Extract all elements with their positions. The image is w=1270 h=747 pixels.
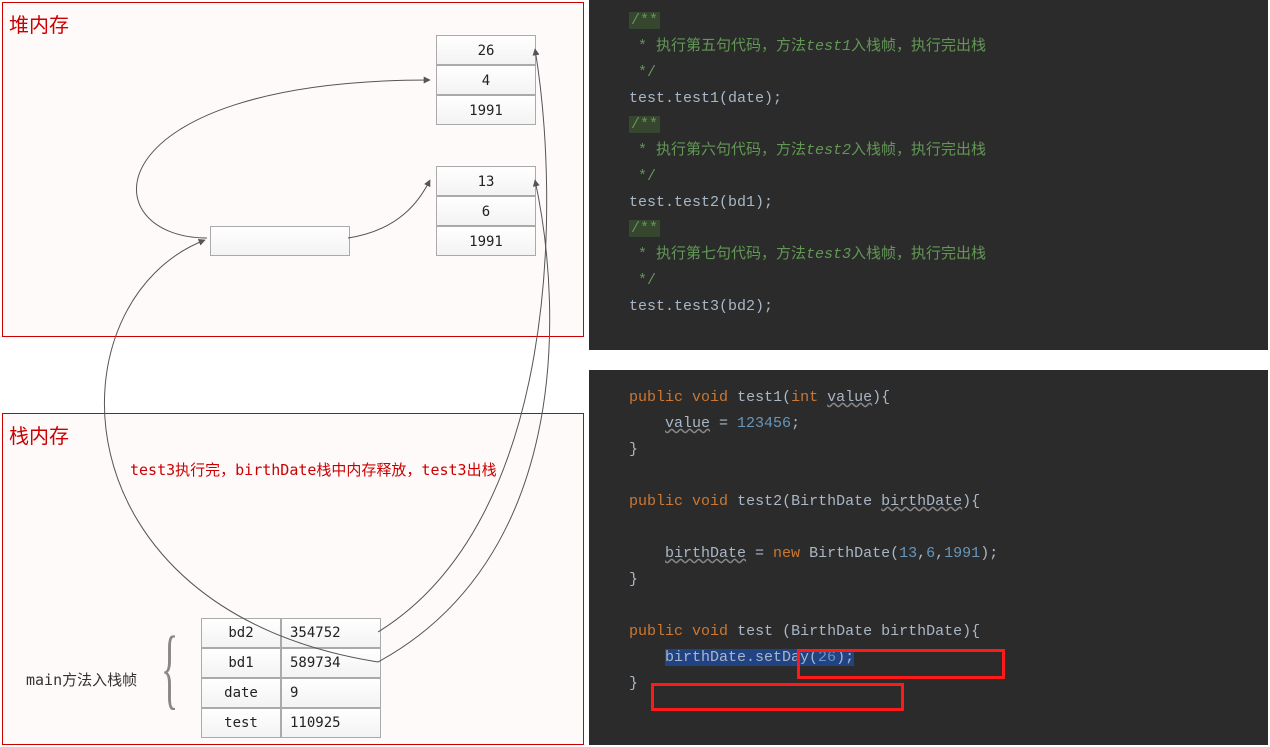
code-panel-2: public void test1(int value){ value = 12…	[589, 370, 1268, 745]
heap-object-1: 26 4 1991	[436, 35, 536, 125]
heap-cell: 26	[436, 35, 536, 65]
code-line: public void test1(int value){	[629, 389, 890, 406]
stack-var-name: bd2	[201, 618, 281, 648]
code-line: test.test1(date);	[629, 90, 782, 107]
heap-object-empty	[210, 226, 350, 256]
code-token: */	[629, 272, 656, 289]
code-panel-1: /** * 执行第五句代码，方法test1入栈帧，执行完出栈 */ test.t…	[589, 0, 1268, 350]
code-line: test.test2(bd1);	[629, 194, 773, 211]
heap-object-2: 13 6 1991	[436, 166, 536, 256]
stack-frame-label: main方法入栈帧	[26, 669, 137, 690]
code-line: value = 123456;	[629, 415, 800, 432]
table-row: date 9	[201, 678, 381, 708]
code-line: birthDate = new BirthDate(13,6,1991);	[629, 545, 998, 562]
stack-title: 栈内存	[3, 414, 583, 455]
table-row: bd1 589734	[201, 648, 381, 678]
code-line: }	[629, 441, 638, 458]
code-line: }	[629, 675, 638, 692]
code-token: * 执行第七句代码，方法test3入栈帧，执行完出栈	[629, 246, 986, 263]
code-line: public void test2(BirthDate birthDate){	[629, 493, 980, 510]
code-token: */	[629, 64, 656, 81]
code-token: */	[629, 168, 656, 185]
stack-note: test3执行完，birthDate栈中内存释放，test3出栈	[130, 459, 497, 480]
code-token: * 执行第六句代码，方法test2入栈帧，执行完出栈	[629, 142, 986, 159]
code-line: public void test (BirthDate birthDate){	[629, 623, 980, 640]
table-row: bd2 354752	[201, 618, 381, 648]
brace-icon: {	[161, 617, 178, 720]
heap-cell: 4	[436, 65, 536, 95]
code-token: /**	[629, 220, 660, 237]
stack-frame-table: bd2 354752 bd1 589734 date 9 test 110925	[201, 618, 381, 738]
heap-cell: 1991	[436, 95, 536, 125]
stack-var-val: 9	[281, 678, 381, 708]
code-token: * 执行第五句代码，方法test1入栈帧，执行完出栈	[629, 38, 986, 55]
code-line: birthDate.setDay(26);	[629, 649, 854, 666]
code-line: }	[629, 571, 638, 588]
heap-cell	[210, 226, 350, 256]
code-token: /**	[629, 116, 660, 133]
stack-var-val: 110925	[281, 708, 381, 738]
stack-var-name: test	[201, 708, 281, 738]
code-line: test.test3(bd2);	[629, 298, 773, 315]
heap-cell: 6	[436, 196, 536, 226]
code-token: /**	[629, 12, 660, 29]
stack-var-val: 589734	[281, 648, 381, 678]
heap-cell: 13	[436, 166, 536, 196]
stack-var-val: 354752	[281, 618, 381, 648]
heap-cell: 1991	[436, 226, 536, 256]
stack-memory-panel: 栈内存 test3执行完，birthDate栈中内存释放，test3出栈 mai…	[2, 413, 584, 745]
stack-var-name: date	[201, 678, 281, 708]
stack-var-name: bd1	[201, 648, 281, 678]
table-row: test 110925	[201, 708, 381, 738]
heap-memory-panel: 堆内存 26 4 1991 13 6 1991	[2, 2, 584, 337]
